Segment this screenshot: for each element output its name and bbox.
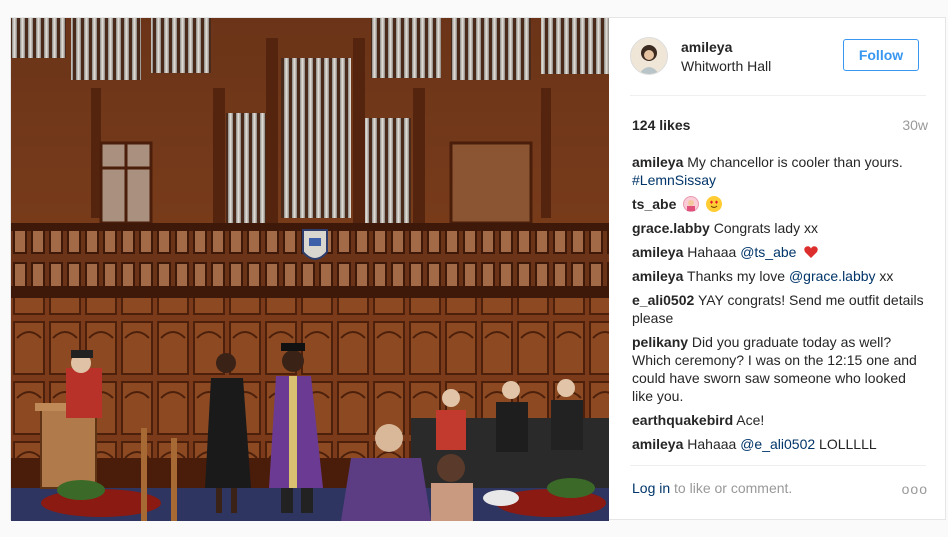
follow-button[interactable]: Follow [843,39,919,71]
avatar[interactable] [630,37,668,75]
login-prompt: Log in to like or comment. [632,480,792,496]
comment-user[interactable]: earthquakebird [632,412,733,428]
login-prompt-text: to like or comment. [670,480,793,496]
comment-user[interactable]: amileya [632,154,683,170]
post-age[interactable]: 30w [902,117,928,133]
comment: e_ali0502 YAY congrats! Send me outfit d… [632,291,928,327]
location[interactable]: Whitworth Hall [681,58,771,74]
comment-user[interactable]: grace.labby [632,220,710,236]
login-link[interactable]: Log in [632,480,670,496]
post-photo[interactable] [11,18,609,521]
comment-text: Ace! [736,412,765,428]
comment-user[interactable]: amileya [632,268,683,284]
comment-user[interactable]: amileya [632,436,683,452]
mention-link[interactable]: @e_ali0502 [740,436,815,452]
comment-user[interactable]: e_ali0502 [632,292,694,308]
comment: amileya Hahaaa @e_ali0502 LOLLLLL [632,435,928,453]
mention-link[interactable]: @ts_abe [740,244,796,260]
comment-user[interactable]: pelikany [632,334,688,350]
comment: ts_abe [632,195,928,213]
graduation-ceremony-image [11,18,609,521]
comment: amileya My chancellor is cooler than you… [632,153,928,189]
post-side-panel: amileya Whitworth Hall Follow 124 likes … [610,18,946,521]
comment-user[interactable]: amileya [632,244,683,260]
comment-text: Congrats lady xx [713,220,818,236]
more-options-icon[interactable]: ooo [902,481,928,497]
comment-text: Thanks my love [687,268,789,284]
likes-count[interactable]: 124 likes [632,117,690,133]
red-heart-emoji [803,244,819,260]
mention-link[interactable]: @grace.labby [789,268,876,284]
comments-list[interactable]: amileya My chancellor is cooler than you… [632,153,928,453]
comment-text: My chancellor is cooler than yours. [687,154,903,170]
divider [630,465,926,466]
divider [630,95,926,96]
username[interactable]: amileya [681,39,732,55]
comment-user[interactable]: ts_abe [632,196,676,212]
post-card: amileya Whitworth Hall Follow 124 likes … [10,17,946,521]
avatar-image [631,38,667,74]
comment-suffix: LOLLLLL [815,436,877,452]
comment: amileya Hahaaa @ts_abe [632,243,928,261]
comment: grace.labby Congrats lady xx [632,219,928,237]
comment: pelikany Did you graduate today as well?… [632,333,928,405]
person-gesturing-emoji [683,196,700,212]
comment-text: Hahaaa [687,436,741,452]
comment: earthquakebird Ace! [632,411,928,429]
hashtag-link[interactable]: #LemnSissay [632,172,716,188]
comment: amileya Thanks my love @grace.labby xx [632,267,928,285]
heart-eyes-emoji [706,196,723,212]
post-header: amileya Whitworth Hall Follow [610,18,946,96]
comment-text: Hahaaa [687,244,741,260]
comment-suffix: xx [875,268,894,284]
